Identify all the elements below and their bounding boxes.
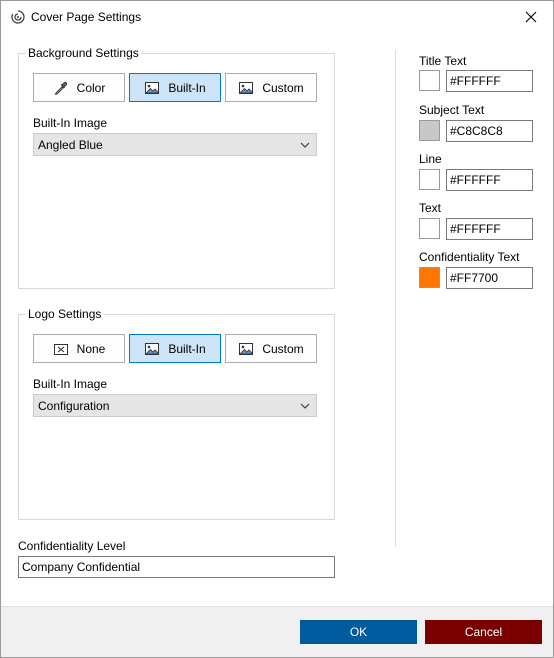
line-color-value: #FFFFFF [450, 173, 501, 187]
subject-text-color-input[interactable]: #C8C8C8 [446, 120, 533, 142]
background-settings-label: Background Settings [26, 46, 141, 60]
image-icon [239, 342, 254, 355]
logo-custom-button[interactable]: Custom [225, 334, 317, 363]
background-custom-label: Custom [262, 80, 304, 95]
ok-button[interactable]: OK [300, 620, 417, 644]
logo-image-value: Configuration [38, 398, 110, 413]
background-color-label: Color [76, 80, 106, 95]
background-builtin-button[interactable]: Built-In [129, 73, 221, 102]
cancel-button[interactable]: Cancel [425, 620, 542, 644]
close-icon [525, 11, 537, 22]
title-text-color-label: Title Text [419, 54, 467, 68]
window-title: Cover Page Settings [31, 10, 142, 24]
dialog-footer: OK Cancel [1, 606, 553, 657]
line-color-input[interactable]: #FFFFFF [446, 169, 533, 191]
app-icon [11, 10, 25, 24]
confidentiality-text-color-input[interactable]: #FF7700 [446, 267, 533, 289]
line-color-swatch[interactable] [419, 169, 440, 190]
background-color-button[interactable]: Color [33, 73, 125, 102]
logo-image-dropdown[interactable]: Configuration [33, 394, 317, 417]
logo-none-button[interactable]: None [33, 334, 125, 363]
background-image-value: Angled Blue [38, 137, 103, 152]
text-color-swatch[interactable] [419, 218, 440, 239]
chevron-down-icon [300, 142, 310, 148]
title-text-color-input[interactable]: #FFFFFF [446, 70, 533, 92]
vertical-divider [395, 50, 396, 547]
logo-custom-label: Custom [262, 341, 304, 356]
image-icon [239, 81, 254, 94]
background-custom-button[interactable]: Custom [225, 73, 317, 102]
chevron-down-icon [300, 403, 310, 409]
logo-builtin-label: Built-In [168, 341, 206, 356]
background-settings-group: Background Settings Color Built-In Custo… [18, 46, 335, 289]
dialog-content: Background Settings Color Built-In Custo… [1, 32, 553, 606]
confidentiality-level-label: Confidentiality Level [18, 539, 126, 553]
ok-label: OK [349, 625, 368, 639]
cancel-label: Cancel [464, 625, 503, 639]
background-image-label: Built-In Image [33, 116, 108, 130]
confidentiality-level-value: Company Confidential [22, 560, 141, 574]
confidentiality-text-color-swatch[interactable] [419, 267, 440, 288]
logo-image-label: Built-In Image [33, 377, 108, 391]
image-icon [145, 81, 160, 94]
logo-settings-group: Logo Settings None Built-In Custom Built… [18, 307, 335, 520]
line-color-label: Line [419, 152, 442, 166]
no-image-icon [53, 343, 68, 355]
text-color-value: #FFFFFF [450, 222, 501, 236]
cover-page-settings-dialog: Cover Page Settings Background Settings … [0, 0, 554, 658]
image-icon [145, 342, 160, 355]
background-image-dropdown[interactable]: Angled Blue [33, 133, 317, 156]
close-button[interactable] [509, 1, 553, 32]
eyedropper-icon [54, 81, 67, 95]
confidentiality-level-input[interactable]: Company Confidential [18, 556, 335, 578]
logo-none-label: None [76, 341, 106, 356]
confidentiality-text-color-value: #FF7700 [450, 271, 499, 285]
title-bar: Cover Page Settings [1, 1, 553, 32]
confidentiality-text-color-label: Confidentiality Text [419, 250, 520, 264]
title-text-color-value: #FFFFFF [450, 74, 501, 88]
background-builtin-label: Built-In [168, 80, 206, 95]
title-text-color-swatch[interactable] [419, 70, 440, 91]
text-color-label: Text [419, 201, 442, 215]
subject-text-color-value: #C8C8C8 [450, 124, 503, 138]
subject-text-color-label: Subject Text [419, 103, 485, 117]
subject-text-color-swatch[interactable] [419, 120, 440, 141]
logo-settings-label: Logo Settings [26, 307, 104, 321]
text-color-input[interactable]: #FFFFFF [446, 218, 533, 240]
logo-builtin-button[interactable]: Built-In [129, 334, 221, 363]
